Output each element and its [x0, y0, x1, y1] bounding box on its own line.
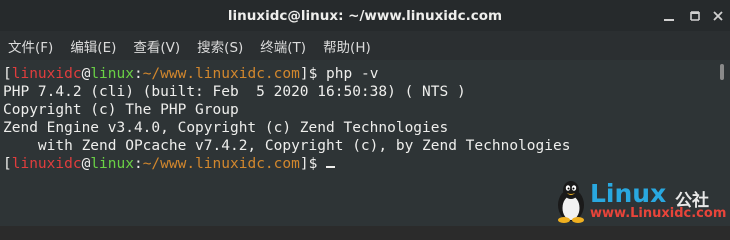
prompt-user: linuxidc [11, 66, 82, 82]
scrollbar-thumb[interactable] [720, 64, 724, 80]
minimize-button[interactable] [657, 0, 681, 31]
window-title: linuxidc@linux: ~/www.linuxidc.com [227, 7, 503, 24]
prompt-host: linux [90, 66, 134, 82]
menu-edit[interactable]: 编辑(E) [62, 36, 116, 56]
prompt-user: linuxidc [11, 156, 82, 172]
prompt-at: @ [81, 156, 91, 172]
prompt-line: [linuxidc@linux:~/www.linuxidc.com]$ [3, 155, 336, 173]
title-bar[interactable]: linuxidc@linux: ~/www.linuxidc.com [0, 0, 730, 31]
prompt-at: @ [81, 66, 91, 82]
prompt-separator: : [133, 66, 143, 82]
minimize-icon [664, 18, 674, 21]
output-line: Copyright (c) The PHP Group [3, 102, 239, 118]
maximize-icon [690, 10, 700, 21]
prompt-bracket-close: ]$ [299, 66, 327, 82]
linuxidc-watermark: Linux 公社 www.Linuxidc.com [552, 176, 730, 226]
tux-penguin-icon [558, 181, 584, 223]
output-line: with Zend OPcache v7.4.2, Copyright (c),… [3, 138, 571, 154]
prompt-bracket-close: ]$ [299, 156, 327, 172]
menu-file[interactable]: 文件(F) [0, 36, 53, 56]
text-cursor [326, 166, 336, 168]
prompt-path: ~/www.linuxidc.com [142, 156, 300, 172]
prompt-line: [linuxidc@linux:~/www.linuxidc.com]$ php… [3, 65, 378, 83]
prompt-bracket-open: [ [3, 66, 12, 82]
output-line: PHP 7.4.2 (cli) (built: Feb 5 2020 16:50… [3, 84, 466, 100]
maximize-button[interactable] [683, 0, 707, 31]
close-button[interactable] [706, 0, 730, 31]
close-icon [713, 10, 723, 21]
menu-view[interactable]: 查看(V) [125, 36, 180, 56]
watermark-url: www.Linuxidc.com [590, 206, 727, 221]
watermark-brand: Linux [590, 179, 667, 208]
menu-bar: 文件(F) 编辑(E) 查看(V) 搜索(S) 终端(T) 帮助(H) [0, 31, 730, 60]
prompt-path: ~/www.linuxidc.com [142, 66, 300, 82]
prompt-separator: : [133, 156, 143, 172]
menu-terminal[interactable]: 终端(T) [252, 36, 306, 56]
command-text: php -v [326, 66, 379, 82]
prompt-bracket-open: [ [3, 156, 12, 172]
terminal-window: linuxidc@linux: ~/www.linuxidc.com 文件(F)… [0, 0, 730, 226]
output-line: Zend Engine v3.4.0, Copyright (c) Zend T… [3, 120, 449, 136]
menu-search[interactable]: 搜索(S) [189, 36, 243, 56]
prompt-host: linux [90, 156, 134, 172]
menu-help[interactable]: 帮助(H) [315, 36, 371, 56]
